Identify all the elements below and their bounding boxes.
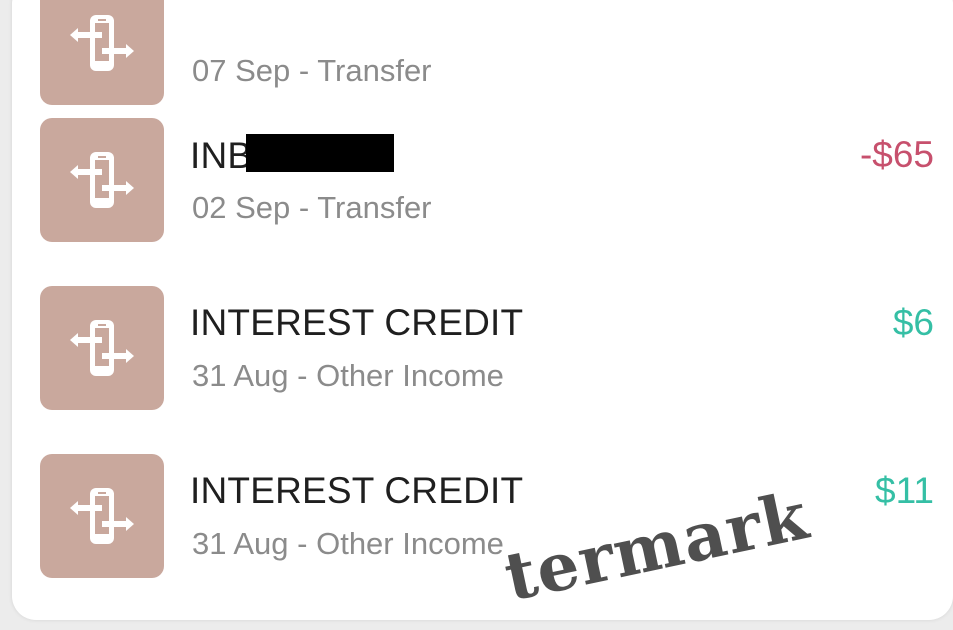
transaction-name: INB	[190, 134, 395, 177]
transfer-phone-icon	[40, 454, 164, 578]
transaction-row[interactable]: INB 02 Sep - Transfer -$65	[12, 118, 953, 244]
transaction-row[interactable]: INTEREST CREDIT 31 Aug - Other Income $1…	[12, 454, 953, 580]
transaction-date-category: 31 Aug - Other Income	[192, 358, 504, 393]
transaction-name: INTEREST CREDIT	[190, 470, 524, 511]
transaction-name: INTEREST CREDIT	[190, 302, 524, 343]
transaction-date-category: 31 Aug - Other Income	[192, 526, 504, 561]
transaction-row[interactable]: 07 Sep - Transfer	[12, 0, 953, 107]
transaction-date-category: 07 Sep - Transfer	[192, 53, 432, 88]
transaction-name-prefix: INB	[190, 135, 253, 176]
transaction-amount: -$65	[859, 134, 934, 175]
transaction-list: 07 Sep - Transfer INB 02 Sep - Transfer …	[12, 0, 953, 620]
redaction-bar	[246, 134, 395, 172]
transfer-phone-icon	[40, 286, 164, 410]
transfer-phone-icon	[40, 0, 164, 105]
screen: 07 Sep - Transfer INB 02 Sep - Transfer …	[0, 0, 953, 630]
transfer-phone-icon	[40, 118, 164, 242]
transaction-row[interactable]: INTEREST CREDIT 31 Aug - Other Income $6	[12, 286, 953, 412]
transaction-amount: $11	[875, 470, 934, 511]
transactions-card: 07 Sep - Transfer INB 02 Sep - Transfer …	[12, 0, 953, 620]
transaction-date-category: 02 Sep - Transfer	[192, 190, 432, 225]
transaction-amount: $6	[892, 302, 934, 343]
